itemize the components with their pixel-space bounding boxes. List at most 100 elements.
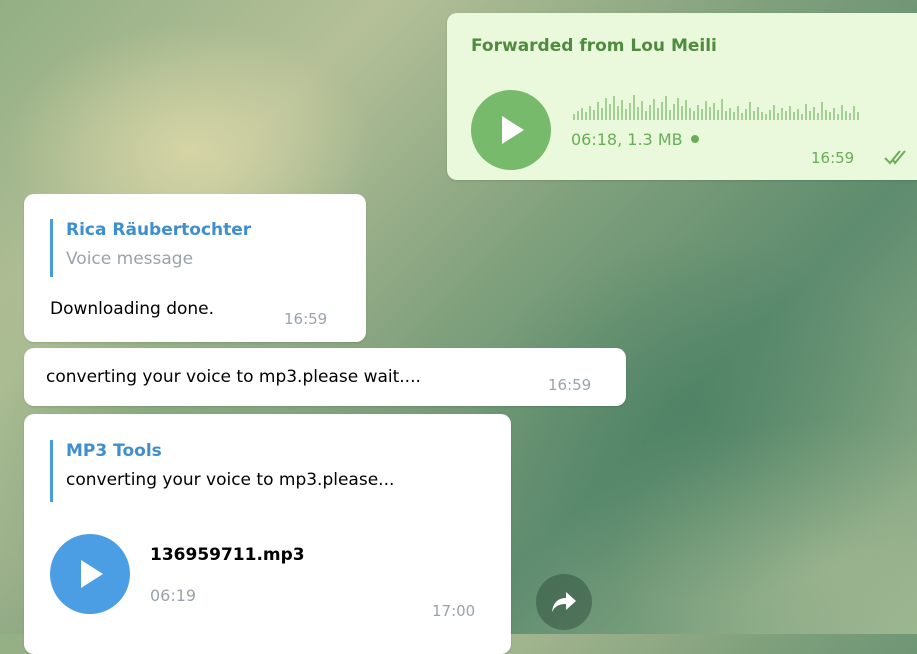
waveform-bar [857, 112, 859, 120]
reply-text: Voice message [66, 249, 194, 269]
waveform-bar [717, 110, 719, 120]
double-check-icon [884, 150, 906, 165]
waveform-bar [589, 106, 591, 120]
waveform-bar [797, 109, 799, 120]
waveform-bar [801, 114, 803, 120]
waveform-bar [573, 114, 575, 120]
waveform-bar [725, 111, 727, 120]
waveform-bar [685, 100, 687, 120]
waveform-bar [597, 102, 599, 120]
waveform-bar [809, 111, 811, 120]
voice-waveform[interactable] [573, 95, 913, 123]
waveform-bar [581, 108, 583, 120]
incoming-message-converting[interactable]: converting your voice to mp3.please wait… [24, 348, 626, 406]
waveform-bar [649, 105, 651, 120]
waveform-bar [765, 114, 767, 120]
waveform-bar [641, 101, 643, 120]
reply-author: MP3 Tools [66, 441, 162, 461]
message-time: 16:59 [284, 310, 328, 328]
reply-author: Rica Räubertochter [66, 220, 252, 240]
waveform-bar [721, 99, 723, 120]
waveform-bar [625, 109, 627, 120]
waveform-bar [621, 100, 623, 120]
waveform-bar [733, 112, 735, 120]
waveform-bar [825, 110, 827, 120]
voice-meta: 06:18, 1.3 MB [571, 130, 699, 149]
audio-play-button[interactable] [50, 534, 130, 614]
waveform-bar [745, 109, 747, 120]
waveform-bar [577, 111, 579, 120]
waveform-bar [749, 102, 751, 120]
waveform-bar [693, 111, 695, 120]
waveform-bar [813, 107, 815, 120]
waveform-bar [757, 107, 759, 120]
waveform-bar [665, 96, 667, 120]
waveform-bar [705, 101, 707, 120]
waveform-bar [593, 110, 595, 120]
waveform-bar [669, 110, 671, 120]
waveform-bar [689, 108, 691, 120]
forwarded-header[interactable]: Forwarded from Lou Meili [471, 36, 717, 56]
share-arrow-icon [552, 592, 576, 612]
play-icon [502, 116, 524, 144]
waveform-bar [601, 108, 603, 120]
waveform-bar [629, 103, 631, 120]
waveform-bar [661, 102, 663, 120]
waveform-bar [769, 110, 771, 120]
waveform-bar [853, 106, 855, 120]
message-time: 17:00 [432, 602, 476, 620]
waveform-bar [773, 105, 775, 120]
waveform-bar [805, 104, 807, 120]
play-icon [81, 560, 103, 588]
waveform-bar [617, 106, 619, 120]
share-button[interactable] [536, 574, 592, 630]
waveform-bar [741, 113, 743, 120]
waveform-bar [821, 102, 823, 120]
waveform-bar [653, 99, 655, 120]
reply-quote[interactable]: Rica Räubertochter Voice message [50, 219, 251, 277]
waveform-bar [789, 106, 791, 120]
waveform-bar [709, 107, 711, 120]
waveform-bar [585, 112, 587, 120]
reply-text: converting your voice to mp3.please... [66, 470, 395, 490]
audio-file-name[interactable]: 136959711.mp3 [150, 545, 305, 565]
message-text: converting your voice to mp3.please wait… [46, 367, 421, 387]
waveform-bar [737, 106, 739, 120]
waveform-bar [637, 107, 639, 120]
waveform-bar [697, 105, 699, 120]
waveform-bar [777, 113, 779, 120]
waveform-bar [849, 113, 851, 120]
waveform-bar [681, 106, 683, 120]
waveform-bar [609, 104, 611, 120]
forwarded-voice-message[interactable]: Forwarded from Lou Meili 06:18, 1.3 MB 1… [447, 13, 917, 180]
waveform-bar [673, 104, 675, 120]
waveform-bar [785, 111, 787, 120]
waveform-bar [713, 103, 715, 120]
message-time: 16:59 [548, 376, 592, 394]
unplayed-dot [690, 135, 699, 143]
waveform-bar [613, 96, 615, 120]
waveform-bar [841, 105, 843, 120]
waveform-bar [753, 111, 755, 120]
waveform-bar [677, 98, 679, 120]
waveform-bar [729, 108, 731, 120]
waveform-bar [781, 108, 783, 120]
waveform-bar [833, 108, 835, 120]
voice-play-button[interactable] [471, 90, 551, 170]
waveform-bar [605, 98, 607, 120]
waveform-bar [701, 109, 703, 120]
waveform-bar [657, 108, 659, 120]
message-time: 16:59 [811, 149, 855, 167]
incoming-message-rica[interactable]: Rica Räubertochter Voice message Downloa… [24, 194, 366, 342]
waveform-bar [761, 112, 763, 120]
incoming-audio-file-message[interactable]: MP3 Tools converting your voice to mp3.p… [24, 414, 511, 654]
waveform-bar [845, 111, 847, 120]
reply-quote[interactable]: MP3 Tools converting your voice to mp3.p… [50, 440, 394, 502]
message-text: Downloading done. [50, 299, 215, 319]
waveform-bar [829, 112, 831, 120]
waveform-bar [645, 111, 647, 120]
waveform-bar [633, 95, 635, 120]
audio-duration: 06:19 [150, 586, 197, 605]
waveform-bar [793, 112, 795, 120]
waveform-bar [817, 113, 819, 120]
